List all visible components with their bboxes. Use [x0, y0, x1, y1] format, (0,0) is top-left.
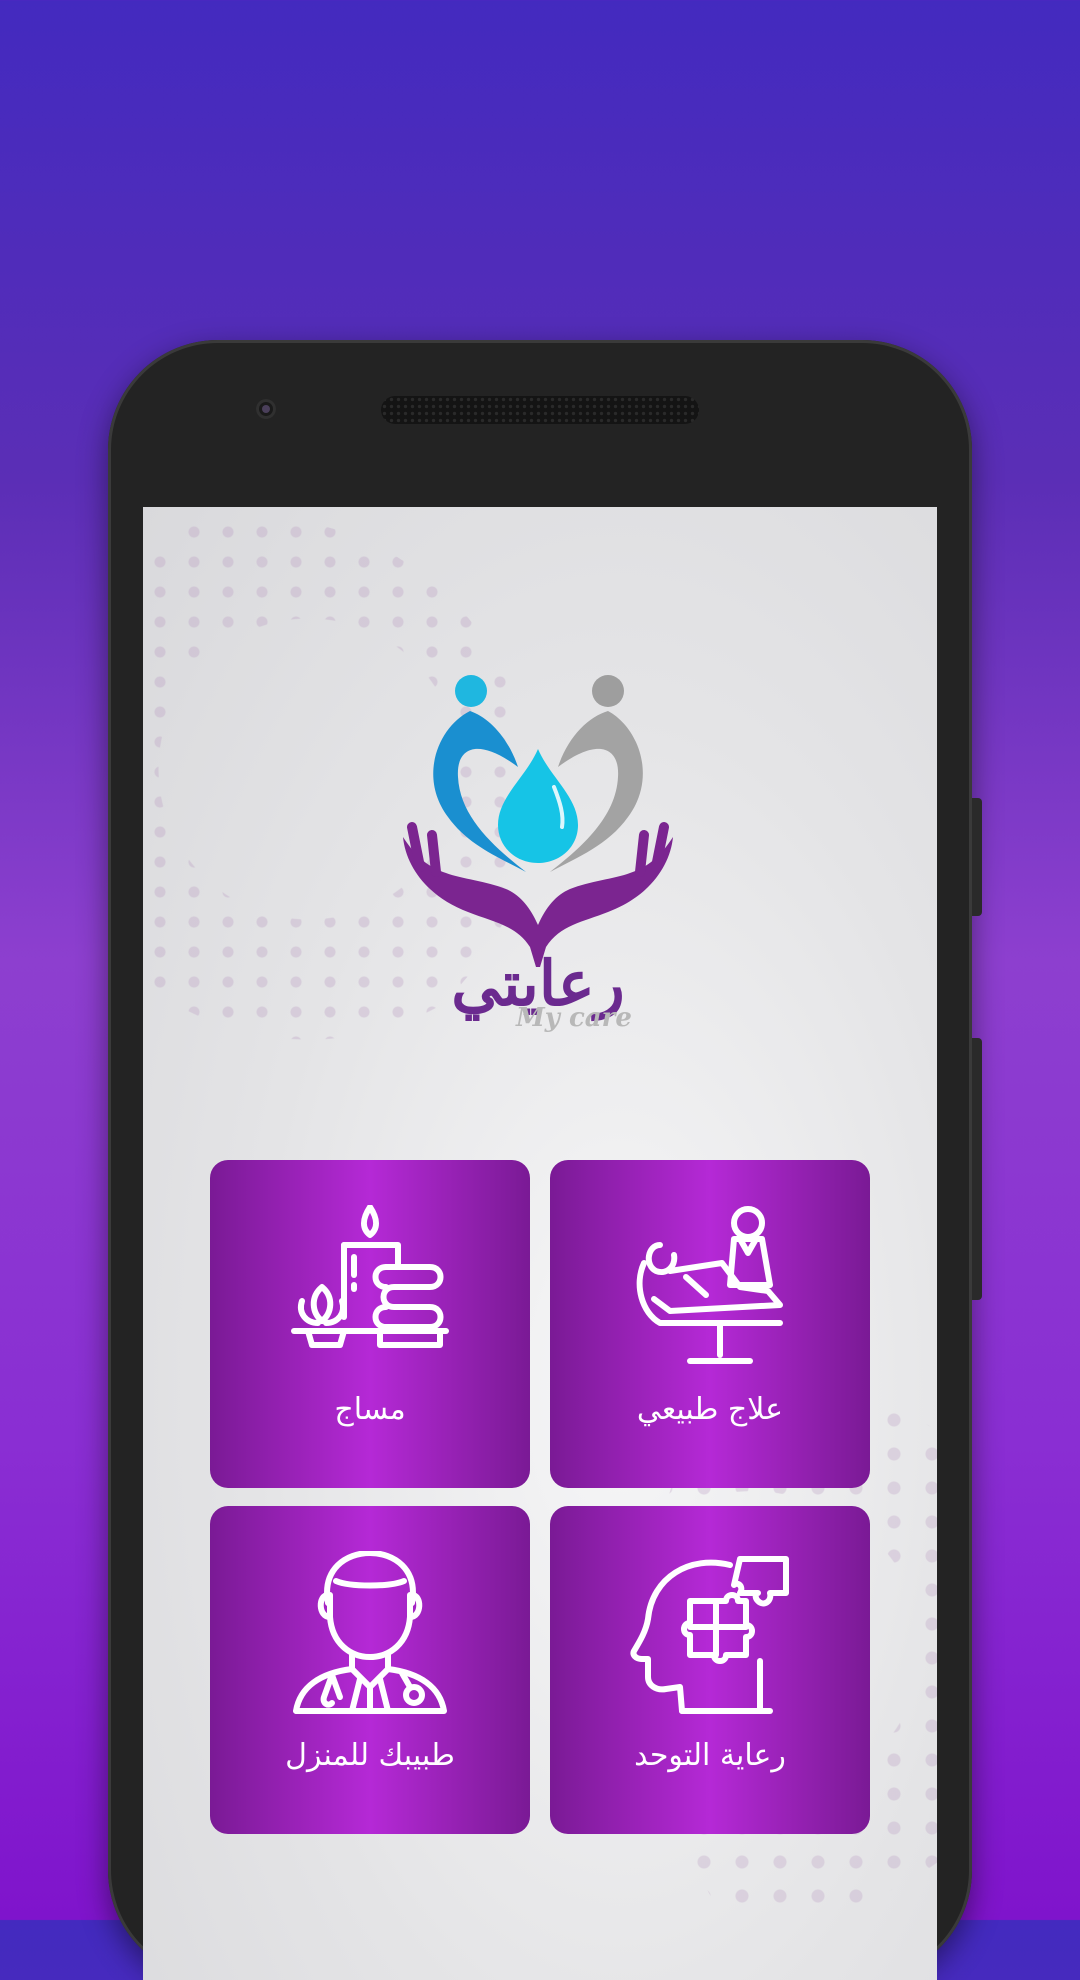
physiotherapy-icon: [630, 1205, 790, 1370]
service-card-physiotherapy[interactable]: علاج طبيعي: [550, 1160, 870, 1488]
app-screen: رعايتي My care علاج طبيعي مساج رعاية الت…: [143, 507, 937, 1980]
service-label: علاج طبيعي: [636, 1392, 784, 1427]
service-card-massage[interactable]: مساج: [210, 1160, 530, 1488]
logo-english-text: My care: [516, 1003, 632, 1033]
app-logo: رعايتي My care: [398, 667, 678, 1047]
power-button: [972, 1038, 982, 1300]
home-doctor-icon: [290, 1550, 450, 1716]
logo-heart-hands-icon: [403, 675, 673, 967]
earpiece-speaker: [381, 396, 699, 424]
service-label: مساج: [334, 1392, 406, 1427]
services-grid: علاج طبيعي مساج رعاية التوحد طبيبك للمنز…: [210, 1160, 870, 1834]
service-card-autism-care[interactable]: رعاية التوحد: [550, 1506, 870, 1834]
phone-frame: رعايتي My care علاج طبيعي مساج رعاية الت…: [108, 340, 982, 1980]
volume-button: [972, 798, 982, 916]
status-bar: [143, 507, 937, 513]
service-label: طبيبك للمنزل: [285, 1738, 455, 1773]
front-camera: [256, 399, 276, 419]
autism-care-icon: [630, 1551, 790, 1716]
service-card-home-doctor[interactable]: طبيبك للمنزل: [210, 1506, 530, 1834]
service-label: رعاية التوحد: [634, 1738, 786, 1773]
massage-spa-icon: [290, 1204, 450, 1370]
